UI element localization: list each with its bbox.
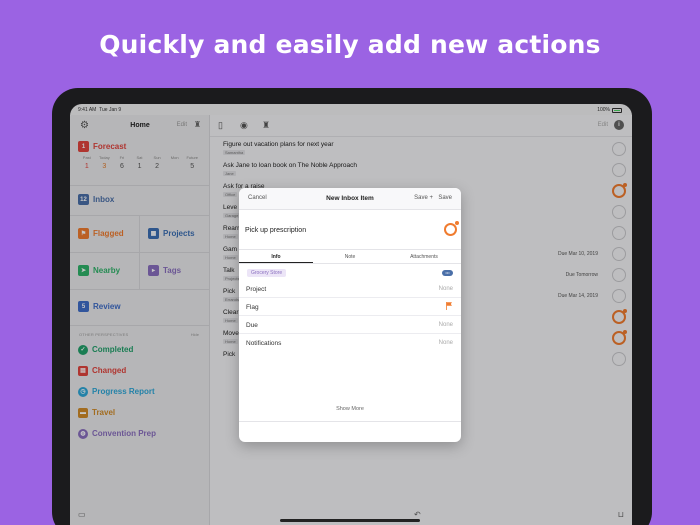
- field-label: Notifications: [246, 340, 282, 347]
- flag-icon[interactable]: [446, 302, 452, 310]
- field-label: Flag: [246, 304, 259, 311]
- save-button[interactable]: Save: [438, 195, 452, 201]
- modal-tabs: Info Note Attachments: [239, 250, 461, 264]
- project-field[interactable]: Project None: [239, 280, 461, 298]
- field-label: Due: [246, 322, 258, 329]
- field-value: None: [438, 340, 453, 346]
- flag-field[interactable]: Flag: [239, 298, 461, 316]
- save-plus-button[interactable]: Save +: [414, 195, 433, 201]
- task-name-field[interactable]: Pick up prescription: [245, 227, 306, 234]
- new-inbox-item-modal: Cancel New Inbox Item Save + Save Pick u…: [239, 188, 461, 442]
- show-more-button[interactable]: Show More: [239, 406, 461, 412]
- home-indicator: [280, 519, 420, 522]
- task-name-row[interactable]: Pick up prescription: [239, 210, 461, 250]
- tab-attachments[interactable]: Attachments: [387, 250, 461, 263]
- tab-info[interactable]: Info: [239, 250, 313, 263]
- due-field[interactable]: Due None: [239, 316, 461, 334]
- headline: Quickly and easily add new actions: [99, 30, 601, 59]
- notifications-field[interactable]: Notifications None: [239, 334, 461, 352]
- modal-footer: [239, 421, 461, 442]
- tags-row[interactable]: Grocery Store •••: [239, 264, 461, 280]
- tag-chip[interactable]: Grocery Store: [247, 269, 287, 277]
- more-icon[interactable]: •••: [442, 270, 453, 276]
- field-label: Project: [246, 286, 267, 293]
- field-value: None: [438, 286, 453, 292]
- field-value: None: [438, 322, 453, 328]
- modal-header: Cancel New Inbox Item Save + Save: [239, 188, 461, 210]
- flagged-status-circle[interactable]: [444, 221, 459, 236]
- tab-note[interactable]: Note: [313, 250, 387, 263]
